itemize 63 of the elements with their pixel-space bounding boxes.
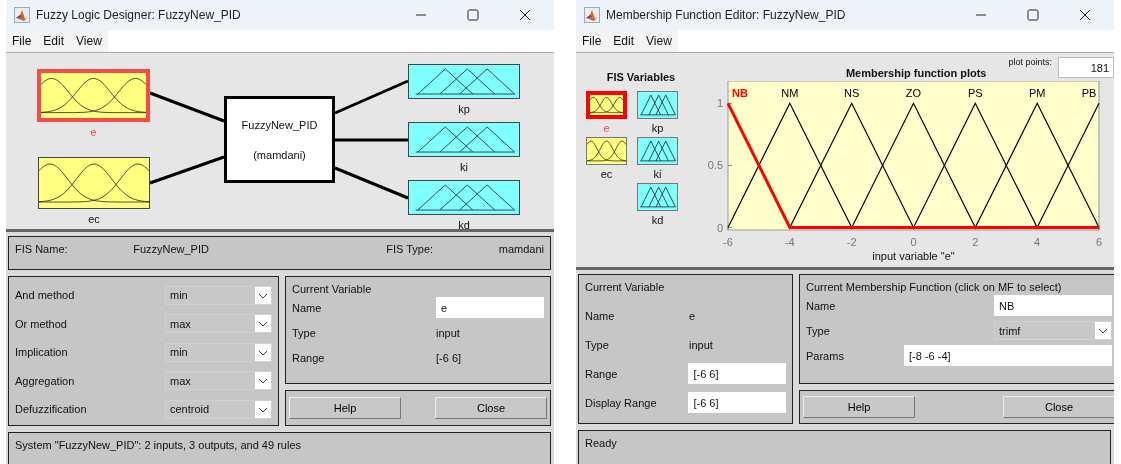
panel-title: FIS Variables xyxy=(606,71,676,83)
field-value: input xyxy=(689,338,713,351)
field-label: And method xyxy=(15,289,76,302)
x-tick-label: 4 xyxy=(1034,236,1041,248)
variable-label: ki xyxy=(460,161,468,173)
y-tick-label: 0.5 xyxy=(707,159,723,172)
field-label: FIS Type: xyxy=(386,243,435,255)
variable-label: ki xyxy=(653,167,662,182)
field-value: input xyxy=(436,326,460,339)
field-label: Name xyxy=(292,301,323,314)
panel-title: Current Variable xyxy=(585,281,665,293)
system-type: (mamdani) xyxy=(253,148,306,161)
field-label: Params xyxy=(806,349,845,362)
field-label: Name xyxy=(585,309,616,322)
field-label: Name xyxy=(806,299,837,312)
function-label: NM xyxy=(781,87,799,99)
x-tick-label: 0 xyxy=(910,236,917,248)
variable-label: kd xyxy=(458,219,470,231)
field-label: Range xyxy=(585,367,619,380)
axis-label: input variable "e" xyxy=(872,250,955,262)
field-label: Implication xyxy=(15,346,69,359)
field-label: Range xyxy=(292,351,326,364)
variable-label: kp xyxy=(651,121,664,136)
panel-title: Current Variable xyxy=(292,283,372,295)
field-label: Type xyxy=(585,338,610,351)
function-label: PM xyxy=(1028,87,1046,99)
variable-label: kd xyxy=(651,213,664,228)
x-tick-label: -2 xyxy=(846,236,857,248)
function-label: PS xyxy=(967,87,983,99)
fis-name: FuzzyNew_PID xyxy=(133,243,210,255)
x-tick-label: 2 xyxy=(972,236,979,248)
window-title: Membership Function Editor: FuzzyNew_PID xyxy=(606,8,847,22)
function-label: PB xyxy=(1081,87,1097,99)
fis-type: mamdani xyxy=(498,243,544,255)
y-tick-label: 1 xyxy=(716,97,723,110)
variable-label: kp xyxy=(458,103,470,115)
variable-label: ec xyxy=(600,167,613,182)
variable-label: e xyxy=(603,121,610,136)
variable-label: e xyxy=(90,126,97,138)
field-label: Type xyxy=(806,324,831,337)
field-value: [-6 6] xyxy=(436,351,462,364)
function-label: ZO xyxy=(905,87,922,99)
y-tick-label: 0 xyxy=(716,221,723,234)
field-value: e xyxy=(689,309,696,322)
variable-label: ec xyxy=(88,213,100,225)
status-text: System "FuzzyNew_PID": 2 inputs, 3 outputs, and 49 rules xyxy=(15,439,301,451)
panel-title: Current Membership Function (click on MF to select) xyxy=(806,281,1062,293)
x-tick-label: -6 xyxy=(723,236,733,248)
field-label: FIS Name: xyxy=(15,243,69,255)
chart-title: Membership function plots xyxy=(845,67,987,79)
field-label: Or method xyxy=(15,317,68,330)
x-tick-label: 6 xyxy=(1095,236,1102,248)
window-title: Fuzzy Logic Designer: FuzzyNew_PID xyxy=(36,8,242,22)
field-label: Defuzzification xyxy=(15,403,88,416)
x-tick-label: -4 xyxy=(784,236,795,248)
system-name: FuzzyNew_PID xyxy=(241,118,318,131)
field-label: Type xyxy=(292,326,317,339)
status-text: Ready xyxy=(585,437,617,449)
field-label: Display Range xyxy=(585,396,658,409)
function-label: NS xyxy=(843,87,860,99)
function-label: NB xyxy=(731,87,748,99)
field-label: plot points: xyxy=(1008,57,1052,67)
field-label: Aggregation xyxy=(15,374,76,387)
